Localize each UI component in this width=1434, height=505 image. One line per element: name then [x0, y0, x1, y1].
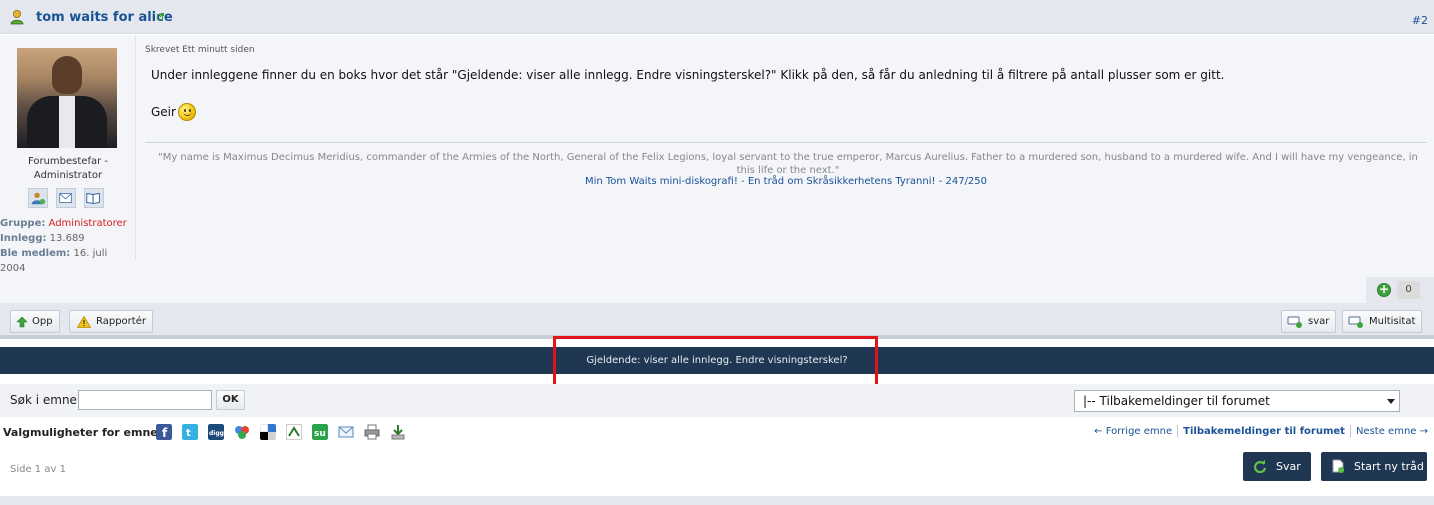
avatar[interactable] [17, 48, 117, 148]
profile-icon[interactable] [28, 188, 48, 208]
user-online-icon [10, 10, 24, 25]
post-number-link[interactable]: #2 [1412, 14, 1428, 27]
reply-bubble-icon [1287, 316, 1302, 328]
forum-jump-select[interactable]: |-- Tilbakemeldinger til forumet [1074, 390, 1400, 412]
tyranny-thread-link[interactable]: En tråd om Skråsikkerhetens Tyranni! - 2… [748, 176, 987, 187]
up-button[interactable]: Opp [10, 310, 60, 333]
posts-value: 13.689 [49, 233, 85, 244]
arrow-up-icon [16, 316, 28, 328]
group-value: Administratorer [48, 218, 127, 229]
topic-search-input[interactable] [78, 390, 212, 410]
search-ok-button[interactable]: OK [216, 390, 245, 410]
post-title-link[interactable]: tom waits for alice [36, 10, 173, 25]
twitter-icon[interactable]: t [182, 424, 198, 440]
multiquote-icon [1348, 316, 1363, 328]
post-body: Forumbestefar - Administrator Gruppe: Ad… [0, 35, 1434, 303]
svg-text:t: t [186, 428, 191, 439]
delicious-icon[interactable] [260, 424, 276, 440]
reply-thread-button[interactable]: Svar [1243, 452, 1311, 481]
topic-search-row: Søk i emne: OK |-- Tilbakemeldinger til … [0, 384, 1434, 417]
bottom-strip [0, 496, 1434, 505]
email-icon[interactable] [338, 424, 354, 440]
post-action-bar: Opp Rapportér svar Multisitat [0, 303, 1434, 339]
external-link-icon[interactable] [157, 13, 164, 20]
author-panel: Forumbestefar - Administrator Gruppe: Ad… [0, 35, 136, 274]
newsvine-icon[interactable] [286, 424, 302, 440]
topic-options-label: Valgmuligheter for emne: [3, 426, 163, 439]
smiley-icon [178, 103, 196, 121]
svg-text:su: su [314, 429, 326, 439]
stumbleupon-icon[interactable]: su [312, 424, 328, 440]
signature-divider [145, 142, 1427, 143]
current-forum-link[interactable]: Tilbakemeldinger til forumet [1183, 426, 1345, 437]
plus-icon[interactable]: + [1377, 283, 1391, 297]
signature-quote: "My name is Maximus Decimus Meridius, co… [158, 152, 1418, 176]
search-label: Søk i emne: [10, 393, 81, 407]
new-document-icon [1332, 459, 1344, 473]
reply-button[interactable]: svar [1281, 310, 1337, 333]
discography-link[interactable]: Min Tom Waits mini-diskografi! [585, 176, 738, 187]
report-button[interactable]: Rapportér [69, 310, 153, 333]
post-date: Skrevet Ett minutt siden [145, 45, 255, 55]
facebook-icon[interactable]: f [156, 424, 172, 440]
author-icons [28, 188, 108, 208]
highlight-box [553, 336, 878, 388]
post-message: Under innleggene finner du en boks hvor … [151, 68, 1225, 82]
digg-icon[interactable]: digg [208, 424, 224, 440]
signature-links: Min Tom Waits mini-diskografi! - En tråd… [584, 176, 988, 187]
author-role: Forumbestefar - Administrator [27, 156, 109, 181]
blog-icon[interactable] [84, 188, 104, 208]
svg-text:f: f [162, 426, 168, 440]
chevron-down-icon [1387, 399, 1395, 404]
refresh-arrow-icon [1253, 460, 1267, 473]
next-topic-link[interactable]: Neste emne → [1356, 426, 1428, 437]
post-header: tom waits for alice #2 [0, 0, 1434, 34]
message-icon[interactable] [56, 188, 76, 208]
author-meta: Gruppe: Administratorer Innlegg: 13.689 … [0, 218, 127, 274]
post-signoff: Geir [151, 105, 176, 119]
plus-box: + 0 [1366, 277, 1434, 303]
svg-text:digg: digg [209, 430, 224, 437]
plus-count: 0 [1397, 281, 1420, 299]
warning-icon [77, 316, 91, 328]
topic-navigation: ← Forrige emne Tilbakemeldinger til forum… [1094, 425, 1428, 437]
page-info: Side 1 av 1 [10, 464, 66, 475]
new-thread-button[interactable]: Start ny tråd [1321, 452, 1427, 481]
multiquote-button[interactable]: Multisitat [1342, 310, 1423, 333]
previous-topic-link[interactable]: ← Forrige emne [1094, 426, 1172, 437]
print-icon[interactable] [364, 424, 380, 440]
topic-options-row: Valgmuligheter for emne: f t digg su ← F… [0, 422, 1434, 444]
download-icon[interactable] [390, 424, 406, 440]
google-bookmarks-icon[interactable] [234, 424, 250, 440]
